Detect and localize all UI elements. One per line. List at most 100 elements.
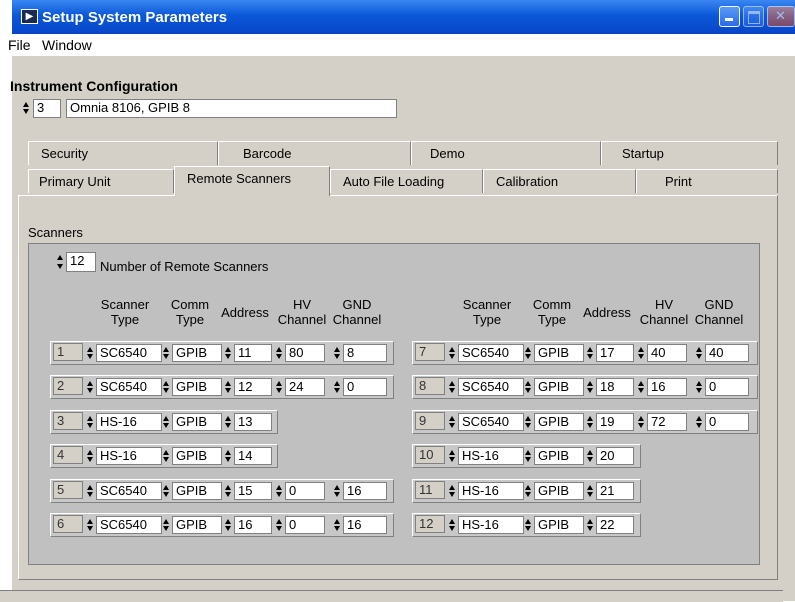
spinner-arrows-icon[interactable] bbox=[637, 379, 646, 395]
spinner-arrows-icon[interactable] bbox=[586, 448, 595, 464]
gnd-channel-field[interactable]: 16 bbox=[343, 482, 387, 500]
scanner-count-spinner-icon[interactable] bbox=[56, 253, 65, 271]
tab-remote-scanners[interactable]: Remote Scanners bbox=[174, 166, 330, 196]
maximize-icon[interactable] bbox=[743, 6, 764, 27]
spinner-arrows-icon[interactable] bbox=[162, 517, 171, 533]
comm-type-field[interactable]: GPIB bbox=[172, 516, 222, 534]
spinner-arrows-icon[interactable] bbox=[275, 517, 284, 533]
spinner-arrows-icon[interactable] bbox=[448, 379, 457, 395]
scanner-type-field[interactable]: SC6540 bbox=[458, 344, 524, 362]
spinner-arrows-icon[interactable] bbox=[524, 414, 533, 430]
scanner-type-field[interactable]: SC6540 bbox=[96, 482, 162, 500]
spinner-arrows-icon[interactable] bbox=[524, 448, 533, 464]
tab-demo[interactable]: Demo bbox=[411, 141, 601, 165]
address-field[interactable]: 13 bbox=[234, 413, 272, 431]
scanner-type-field[interactable]: SC6540 bbox=[96, 516, 162, 534]
comm-type-field[interactable]: GPIB bbox=[172, 344, 222, 362]
hv-channel-field[interactable]: 16 bbox=[647, 378, 687, 396]
spinner-arrows-icon[interactable] bbox=[86, 379, 95, 395]
spinner-arrows-icon[interactable] bbox=[524, 379, 533, 395]
scanner-type-field[interactable]: HS-16 bbox=[96, 413, 162, 431]
spinner-arrows-icon[interactable] bbox=[224, 483, 233, 499]
instrument-spinner-icon[interactable] bbox=[22, 100, 31, 116]
spinner-arrows-icon[interactable] bbox=[586, 517, 595, 533]
spinner-arrows-icon[interactable] bbox=[695, 414, 704, 430]
spinner-arrows-icon[interactable] bbox=[224, 448, 233, 464]
address-field[interactable]: 19 bbox=[596, 413, 634, 431]
comm-type-field[interactable]: GPIB bbox=[172, 413, 222, 431]
tab-auto-file-loading[interactable]: Auto File Loading bbox=[330, 169, 483, 193]
gnd-channel-field[interactable]: 0 bbox=[343, 378, 387, 396]
gnd-channel-field[interactable]: 8 bbox=[343, 344, 387, 362]
spinner-arrows-icon[interactable] bbox=[86, 414, 95, 430]
scanner-type-field[interactable]: SC6540 bbox=[96, 378, 162, 396]
spinner-arrows-icon[interactable] bbox=[448, 414, 457, 430]
gnd-channel-field[interactable]: 0 bbox=[705, 378, 749, 396]
spinner-arrows-icon[interactable] bbox=[586, 345, 595, 361]
address-field[interactable]: 16 bbox=[234, 516, 272, 534]
address-field[interactable]: 15 bbox=[234, 482, 272, 500]
spinner-arrows-icon[interactable] bbox=[86, 345, 95, 361]
hv-channel-field[interactable]: 0 bbox=[285, 516, 325, 534]
spinner-arrows-icon[interactable] bbox=[224, 379, 233, 395]
spinner-arrows-icon[interactable] bbox=[224, 517, 233, 533]
tab-barcode[interactable]: Barcode bbox=[218, 141, 411, 165]
tab-print[interactable]: Print bbox=[636, 169, 778, 193]
spinner-arrows-icon[interactable] bbox=[333, 345, 342, 361]
spinner-arrows-icon[interactable] bbox=[695, 379, 704, 395]
tab-startup[interactable]: Startup bbox=[601, 141, 778, 165]
hv-channel-field[interactable]: 72 bbox=[647, 413, 687, 431]
hv-channel-field[interactable]: 80 bbox=[285, 344, 325, 362]
spinner-arrows-icon[interactable] bbox=[448, 483, 457, 499]
hv-channel-field[interactable]: 40 bbox=[647, 344, 687, 362]
spinner-arrows-icon[interactable] bbox=[275, 345, 284, 361]
minimize-icon[interactable] bbox=[719, 6, 740, 27]
close-icon[interactable] bbox=[767, 6, 795, 27]
menu-file[interactable]: File bbox=[8, 37, 31, 53]
spinner-arrows-icon[interactable] bbox=[637, 345, 646, 361]
gnd-channel-field[interactable]: 0 bbox=[705, 413, 749, 431]
spinner-arrows-icon[interactable] bbox=[162, 345, 171, 361]
spinner-arrows-icon[interactable] bbox=[695, 345, 704, 361]
comm-type-field[interactable]: GPIB bbox=[172, 447, 222, 465]
spinner-arrows-icon[interactable] bbox=[275, 483, 284, 499]
comm-type-field[interactable]: GPIB bbox=[172, 378, 222, 396]
hv-channel-field[interactable]: 0 bbox=[285, 482, 325, 500]
spinner-arrows-icon[interactable] bbox=[586, 414, 595, 430]
tab-primary-unit[interactable]: Primary Unit bbox=[28, 169, 174, 193]
spinner-arrows-icon[interactable] bbox=[86, 517, 95, 533]
address-field[interactable]: 20 bbox=[596, 447, 634, 465]
spinner-arrows-icon[interactable] bbox=[524, 517, 533, 533]
comm-type-field[interactable]: GPIB bbox=[534, 344, 584, 362]
address-field[interactable]: 22 bbox=[596, 516, 634, 534]
scanner-type-field[interactable]: SC6540 bbox=[458, 413, 524, 431]
spinner-arrows-icon[interactable] bbox=[524, 483, 533, 499]
spinner-arrows-icon[interactable] bbox=[333, 517, 342, 533]
address-field[interactable]: 21 bbox=[596, 482, 634, 500]
tab-security[interactable]: Security bbox=[28, 141, 218, 165]
spinner-arrows-icon[interactable] bbox=[162, 379, 171, 395]
spinner-arrows-icon[interactable] bbox=[224, 345, 233, 361]
comm-type-field[interactable]: GPIB bbox=[534, 378, 584, 396]
gnd-channel-field[interactable]: 16 bbox=[343, 516, 387, 534]
spinner-arrows-icon[interactable] bbox=[448, 448, 457, 464]
spinner-arrows-icon[interactable] bbox=[86, 448, 95, 464]
scanner-type-field[interactable]: HS-16 bbox=[458, 447, 524, 465]
instrument-index-field[interactable]: 3 bbox=[33, 99, 61, 118]
comm-type-field[interactable]: GPIB bbox=[534, 413, 584, 431]
spinner-arrows-icon[interactable] bbox=[448, 517, 457, 533]
spinner-arrows-icon[interactable] bbox=[162, 483, 171, 499]
hv-channel-field[interactable]: 24 bbox=[285, 378, 325, 396]
scanner-type-field[interactable]: HS-16 bbox=[96, 447, 162, 465]
address-field[interactable]: 12 bbox=[234, 378, 272, 396]
scanner-type-field[interactable]: HS-16 bbox=[458, 516, 524, 534]
scanner-type-field[interactable]: SC6540 bbox=[458, 378, 524, 396]
spinner-arrows-icon[interactable] bbox=[333, 483, 342, 499]
comm-type-field[interactable]: GPIB bbox=[172, 482, 222, 500]
address-field[interactable]: 11 bbox=[234, 344, 272, 362]
menu-window[interactable]: Window bbox=[42, 37, 92, 53]
tab-calibration[interactable]: Calibration bbox=[483, 169, 636, 193]
address-field[interactable]: 14 bbox=[234, 447, 272, 465]
scanner-count-field[interactable]: 12 bbox=[66, 252, 96, 272]
comm-type-field[interactable]: GPIB bbox=[534, 482, 584, 500]
